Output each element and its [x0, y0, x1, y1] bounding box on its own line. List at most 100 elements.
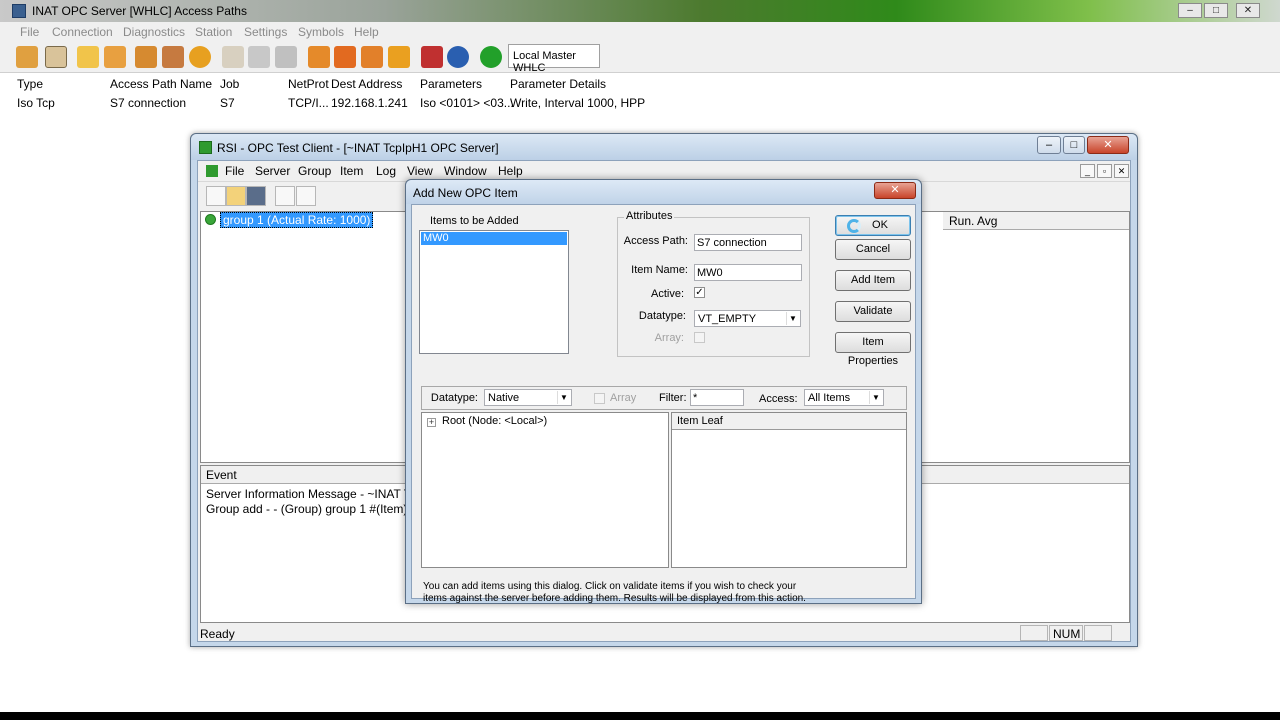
status-cell — [1020, 625, 1048, 641]
event-row[interactable]: Server Information Message - ~INAT TcpIp — [206, 487, 432, 501]
datatype-label: Datatype: — [638, 310, 686, 322]
menu-symbols[interactable]: Symbols — [298, 25, 344, 39]
expand-icon[interactable]: + — [427, 418, 436, 427]
check-icon[interactable] — [388, 46, 410, 68]
run-avg-column[interactable]: Run. Avg — [943, 212, 1129, 230]
edit-icon[interactable] — [77, 46, 99, 68]
s7-icon[interactable] — [334, 46, 356, 68]
col-job[interactable]: Job — [220, 77, 239, 91]
rsi-menu-help[interactable]: Help — [498, 164, 523, 178]
station-select[interactable]: Local Master WHLC — [508, 44, 600, 74]
active-checkbox[interactable]: ✓ — [694, 287, 705, 298]
col-parameter-details[interactable]: Parameter Details — [510, 77, 606, 91]
settings-icon[interactable] — [162, 46, 184, 68]
clipboard-icon[interactable] — [222, 46, 244, 68]
cancel-button[interactable]: Cancel — [835, 239, 911, 260]
globe-icon[interactable] — [189, 46, 211, 68]
item-name-field[interactable]: MW0 — [694, 264, 802, 281]
item-leaf-header[interactable]: Item Leaf — [672, 413, 906, 430]
properties-icon[interactable] — [104, 46, 126, 68]
tools-icon[interactable] — [248, 46, 270, 68]
ok-label: OK — [872, 219, 888, 231]
menu-file[interactable]: File — [20, 25, 39, 39]
mdi-close-button[interactable]: ✕ — [1114, 164, 1129, 178]
new-icon[interactable] — [206, 186, 226, 206]
access-path-columns: Type Access Path Name Job NetProt Dest A… — [0, 74, 1280, 93]
group-status-icon — [205, 214, 216, 225]
cell-parameters: Iso <0101> <03... — [420, 96, 514, 110]
menu-help[interactable]: Help — [354, 25, 379, 39]
item-properties-button[interactable]: Item Properties — [835, 332, 911, 367]
col-netprot[interactable]: NetProt — [288, 77, 329, 91]
array-checkbox[interactable] — [694, 332, 705, 343]
ok-button[interactable]: OK — [835, 215, 911, 236]
col-type[interactable]: Type — [17, 77, 43, 91]
paste-icon[interactable] — [296, 186, 316, 206]
filter-input[interactable]: * — [690, 389, 744, 406]
stop-icon[interactable] — [421, 46, 443, 68]
rsi-minimize-button[interactable]: – — [1037, 136, 1061, 154]
rsi-menu-item[interactable]: Item — [340, 164, 363, 178]
add-opc-item-dialog: Add New OPC Item ✕ Items to be Added MW0… — [405, 179, 922, 604]
event-row[interactable]: Group add - - (Group) group 1 #(Item) 0 — [206, 502, 417, 516]
active-label: Active: — [650, 288, 684, 300]
rsi-menu-group[interactable]: Group — [298, 164, 331, 178]
table-row[interactable]: Iso Tcp S7 connection S7 TCP/I... 192.16… — [0, 93, 1280, 111]
mdi-restore-button[interactable]: ▫ — [1097, 164, 1112, 178]
group-label: group 1 (Actual Rate: 1000) — [220, 212, 374, 228]
rsi-close-button[interactable]: ✕ — [1087, 136, 1129, 154]
access-path-field[interactable]: S7 connection — [694, 234, 802, 251]
access-value: All Items — [808, 392, 851, 404]
list-view-icon[interactable] — [45, 46, 67, 68]
play-icon[interactable] — [480, 46, 502, 68]
rsi-window-title: RSI - OPC Test Client - [~INAT TcpIpH1 O… — [217, 141, 499, 155]
clx-icon[interactable] — [361, 46, 383, 68]
chevron-down-icon: ▼ — [557, 391, 570, 404]
close-button[interactable]: ✕ — [1236, 3, 1260, 18]
col-dest-address[interactable]: Dest Address — [331, 77, 402, 91]
col-parameters[interactable]: Parameters — [420, 77, 482, 91]
rsi-menu-view[interactable]: View — [407, 164, 433, 178]
open-icon[interactable] — [226, 186, 246, 206]
filter-array-label: Array — [610, 392, 637, 404]
download-icon[interactable] — [135, 46, 157, 68]
item-name-label: Item Name: — [631, 264, 688, 276]
filter-datatype-select[interactable]: Native ▼ — [484, 389, 572, 406]
save-icon[interactable] — [246, 186, 266, 206]
network-icon[interactable] — [16, 46, 38, 68]
root-node[interactable]: Root (Node: <Local>) — [442, 415, 547, 427]
dialog-title-bar: Add New OPC Item ✕ — [406, 180, 921, 204]
rsi-menu-log[interactable]: Log — [376, 164, 396, 178]
chevron-down-icon: ▼ — [869, 391, 882, 404]
datatype-select[interactable]: VT_EMPTY ▼ — [694, 310, 801, 327]
menu-diagnostics[interactable]: Diagnostics — [123, 25, 185, 39]
item-leaf-list[interactable]: Item Leaf — [671, 412, 907, 568]
rsi-title-bar: RSI - OPC Test Client - [~INAT TcpIpH1 O… — [191, 134, 1137, 160]
maximize-button[interactable]: □ — [1204, 3, 1228, 18]
list-item[interactable]: MW0 — [421, 232, 567, 245]
rsi-menu-server[interactable]: Server — [255, 164, 290, 178]
items-to-add-list[interactable]: MW0 — [419, 230, 569, 354]
rsi-menu-file[interactable]: File — [225, 164, 244, 178]
dialog-title: Add New OPC Item — [413, 186, 518, 200]
col-access-path-name[interactable]: Access Path Name — [110, 77, 212, 91]
menu-settings[interactable]: Settings — [244, 25, 287, 39]
validate-button[interactable]: Validate — [835, 301, 911, 322]
rsi-maximize-button[interactable]: □ — [1063, 136, 1085, 154]
help-icon[interactable] — [447, 46, 469, 68]
menu-station[interactable]: Station — [195, 25, 232, 39]
rsi-menu-window[interactable]: Window — [444, 164, 487, 178]
wrench-icon[interactable] — [275, 46, 297, 68]
minimize-button[interactable]: – — [1178, 3, 1202, 18]
add-item-button[interactable]: Add Item — [835, 270, 911, 291]
dialog-close-button[interactable]: ✕ — [874, 182, 916, 199]
rsi-status-bar: Ready NUM — [198, 625, 1130, 643]
mdi-minimize-button[interactable]: _ — [1080, 164, 1095, 178]
items-to-add-label: Items to be Added — [428, 215, 521, 227]
access-select[interactable]: All Items ▼ — [804, 389, 884, 406]
copy-icon[interactable] — [275, 186, 295, 206]
menu-connection[interactable]: Connection — [52, 25, 113, 39]
filter-array-checkbox[interactable] — [594, 393, 605, 404]
plc-icon[interactable] — [308, 46, 330, 68]
namespace-tree[interactable]: + Root (Node: <Local>) — [421, 412, 669, 568]
